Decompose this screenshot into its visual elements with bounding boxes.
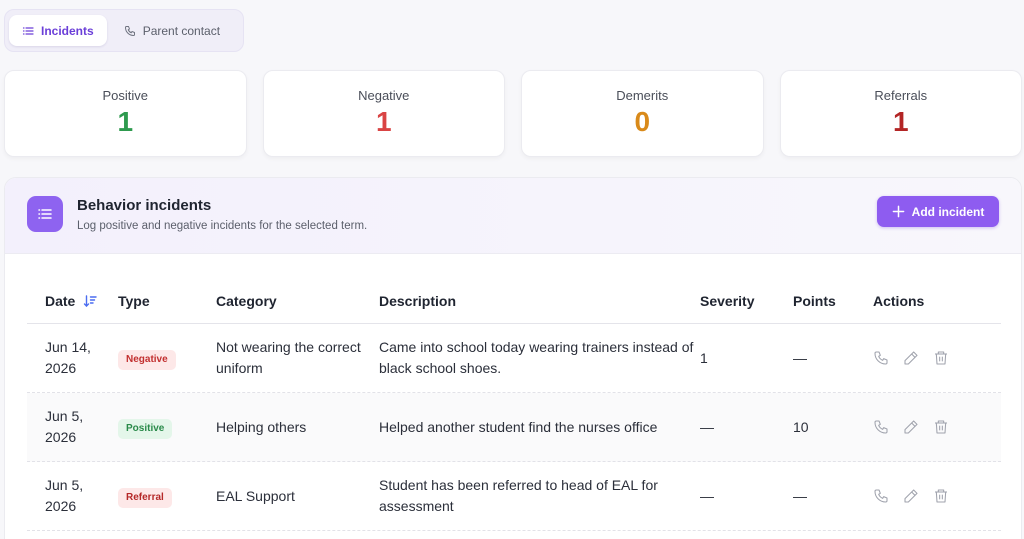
panel-header: Behavior incidents Log positive and nega…	[5, 178, 1021, 254]
stat-value: 1	[892, 106, 909, 137]
tab-parent-contact[interactable]: Parent contact	[111, 15, 233, 46]
header-date[interactable]: Date	[27, 293, 118, 309]
cell-actions	[873, 350, 1001, 366]
cell-type: Positive	[118, 416, 216, 439]
cell-description: Student has been referred to head of EAL…	[379, 477, 658, 514]
cell-category: EAL Support	[216, 487, 295, 504]
tab-label: Parent contact	[142, 23, 221, 38]
cell-severity: 1	[700, 349, 708, 366]
trash-icon[interactable]	[933, 488, 949, 504]
cell-date: Jun 14, 2026	[45, 339, 91, 376]
header-severity: Severity	[700, 292, 755, 309]
cell-actions	[873, 488, 1001, 504]
pencil-icon[interactable]	[903, 419, 919, 435]
cell-type: Negative	[118, 347, 216, 370]
header-label: Date	[45, 292, 76, 309]
phone-icon[interactable]	[873, 419, 889, 435]
phone-icon[interactable]	[873, 488, 889, 504]
tab-label: Incidents	[41, 23, 94, 38]
add-incident-label: Add incident	[911, 204, 985, 219]
cell-severity: —	[700, 487, 714, 504]
header-points: Points	[793, 292, 836, 309]
type-badge-referral: Referral	[118, 487, 172, 508]
cell-type: Referral	[118, 485, 216, 508]
table-header: Date Type Category Description Severity …	[27, 278, 1001, 324]
cell-points: 10	[793, 418, 809, 435]
stat-card-referrals: Referrals 1	[779, 70, 1022, 157]
tab-incidents[interactable]: Incidents	[9, 15, 107, 46]
cell-description: Came into school today wearing trainers …	[379, 339, 694, 376]
phone-icon	[124, 25, 135, 36]
table-row: Jun 5, 2026 Positive Helping others Help…	[27, 393, 1001, 462]
incidents-table: Date Type Category Description Severity …	[27, 278, 1001, 531]
stat-value: 1	[375, 106, 392, 137]
stat-value: 0	[634, 106, 651, 137]
header-type: Type	[118, 292, 150, 309]
cell-date: Jun 5, 2026	[45, 408, 84, 445]
cell-description: Helped another student find the nurses o…	[379, 418, 658, 435]
table-row: Jun 14, 2026 Negative Not wearing the co…	[27, 324, 1001, 393]
pencil-icon[interactable]	[903, 488, 919, 504]
cell-category: Not wearing the correct uniform	[216, 339, 361, 376]
stat-value: 1	[117, 106, 134, 137]
type-badge-negative: Negative	[118, 349, 176, 370]
type-badge-positive: Positive	[118, 418, 173, 439]
sort-descending-icon[interactable]	[83, 294, 98, 308]
list-icon	[22, 26, 34, 35]
list-icon	[27, 196, 63, 232]
table-row: Jun 5, 2026 Referral EAL Support Student…	[27, 462, 1001, 531]
cell-points: —	[793, 349, 807, 366]
cell-points: —	[793, 487, 807, 504]
header-actions: Actions	[873, 292, 925, 309]
header-category: Category	[216, 292, 277, 309]
cell-severity: —	[700, 418, 714, 435]
cell-category: Helping others	[216, 418, 307, 435]
stat-label: Referrals	[874, 88, 928, 103]
cell-date: Jun 5, 2026	[45, 477, 84, 514]
stat-card-demerits: Demerits 0	[521, 70, 764, 157]
panel-title: Behavior incidents	[77, 197, 212, 214]
cell-actions	[873, 419, 1001, 435]
phone-icon[interactable]	[873, 350, 889, 366]
trash-icon[interactable]	[933, 350, 949, 366]
stat-label: Negative	[358, 88, 410, 103]
stat-card-negative: Negative 1	[262, 70, 505, 157]
plus-icon	[892, 205, 905, 218]
header-description: Description	[379, 292, 457, 309]
stat-label: Demerits	[616, 88, 669, 103]
pencil-icon[interactable]	[903, 350, 919, 366]
stat-label: Positive	[102, 88, 149, 103]
tab-bar: Incidents Parent contact	[4, 9, 244, 52]
behavior-incidents-panel: Behavior incidents Log positive and nega…	[4, 177, 1022, 539]
stats-row: Positive 1 Negative 1 Demerits 0 Referra…	[4, 70, 1022, 157]
stat-card-positive: Positive 1	[4, 70, 247, 157]
add-incident-button[interactable]: Add incident	[877, 196, 999, 227]
panel-subtitle: Log positive and negative incidents for …	[77, 220, 368, 232]
trash-icon[interactable]	[933, 419, 949, 435]
